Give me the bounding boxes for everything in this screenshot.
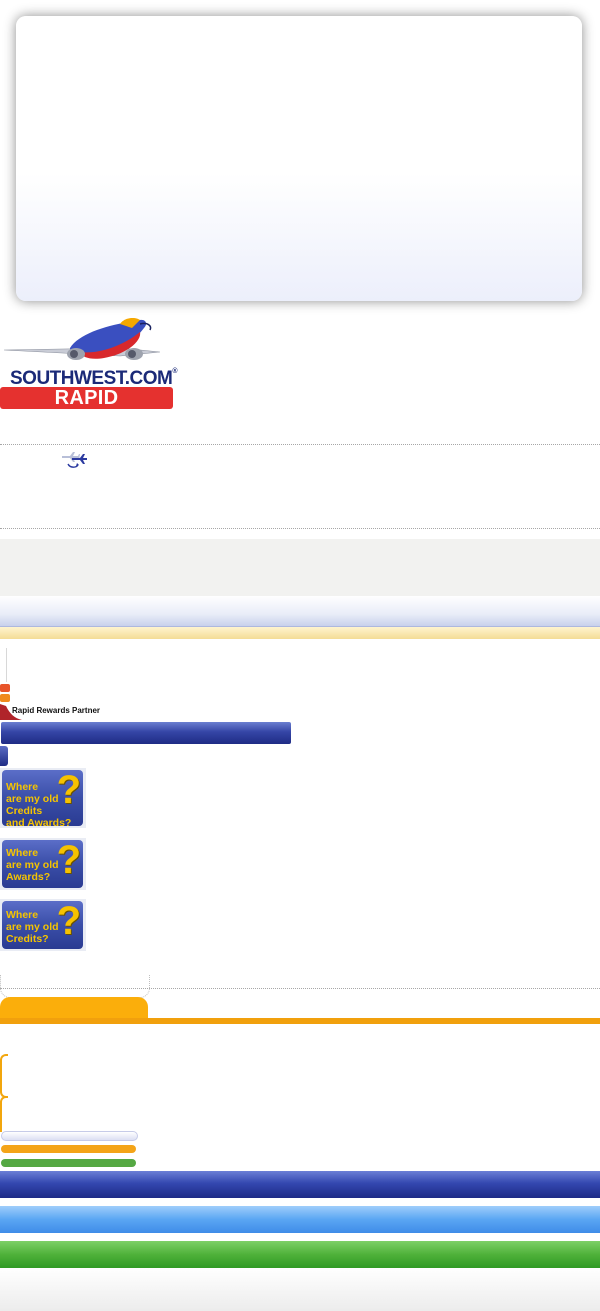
logo-banner-text: RAPID REWARDS	[34, 387, 139, 431]
section-header-bar[interactable]	[1, 722, 291, 744]
legend-pill-lavender	[1, 1131, 138, 1141]
top-content-card	[16, 16, 582, 301]
promo-panel: Where are my old Awards? ?	[2, 840, 83, 888]
logo-wordmark-text: SOUTHWEST.COM	[10, 368, 173, 389]
promo-line: are my old	[6, 859, 59, 871]
promo-panel: Where are my old Credits and Awards? ?	[2, 768, 83, 829]
promo-line: Credits?	[6, 933, 49, 945]
question-mark-icon: ?	[56, 768, 81, 812]
question-mark-icon: ?	[56, 899, 81, 943]
bracket-decoration	[0, 1096, 8, 1132]
tab-outline	[0, 975, 150, 998]
plane-swap-icon[interactable]	[60, 450, 88, 470]
gray-panel	[0, 539, 600, 596]
promo-panel: Where are my old Credits? ?	[2, 901, 83, 949]
promo-line: Where	[6, 847, 39, 859]
promo-text: Where are my old Awards?	[6, 847, 59, 883]
partner-label: Rapid Rewards Partner	[12, 706, 101, 715]
airplane-icon	[3, 318, 161, 360]
promo-line: are my old	[6, 921, 59, 933]
orange-rule	[0, 1018, 600, 1024]
question-mark-icon: ?	[56, 838, 81, 882]
promo-line: Where	[6, 909, 39, 921]
promo-line: Awards?	[6, 871, 51, 883]
page-footer	[0, 1268, 600, 1311]
promo-old-credits-and-awards[interactable]: Where are my old Credits and Awards? ?	[0, 768, 86, 829]
legend-pill-orange	[1, 1145, 136, 1153]
vertical-divider	[6, 648, 7, 682]
bracket-decoration	[0, 1054, 8, 1098]
partner-ribbon-graphic	[0, 684, 22, 720]
plane-swap-icon-graphic	[62, 452, 87, 468]
promo-old-awards[interactable]: Where are my old Awards? ?	[0, 838, 86, 890]
partner-ribbon-icon	[0, 684, 22, 722]
section-tab[interactable]	[0, 746, 8, 766]
logo-banner: RAPID REWARDS	[0, 387, 173, 431]
promo-text: Where are my old Credits?	[6, 909, 59, 945]
promo-old-credits[interactable]: Where are my old Credits? ?	[0, 899, 86, 951]
green-button-bar[interactable]	[0, 1241, 600, 1268]
trademark-symbol: ®	[172, 368, 178, 375]
divider-bottom	[0, 528, 600, 529]
blue-nav-strip	[0, 596, 600, 627]
divider-top	[0, 444, 600, 445]
sky-blue-button-bar[interactable]	[0, 1206, 600, 1233]
legend-pill-green	[1, 1159, 136, 1167]
promo-line: and Awards?	[6, 817, 72, 829]
yellow-strip	[0, 627, 600, 639]
navy-button-bar[interactable]	[0, 1171, 600, 1198]
orange-tab[interactable]	[0, 997, 148, 1019]
